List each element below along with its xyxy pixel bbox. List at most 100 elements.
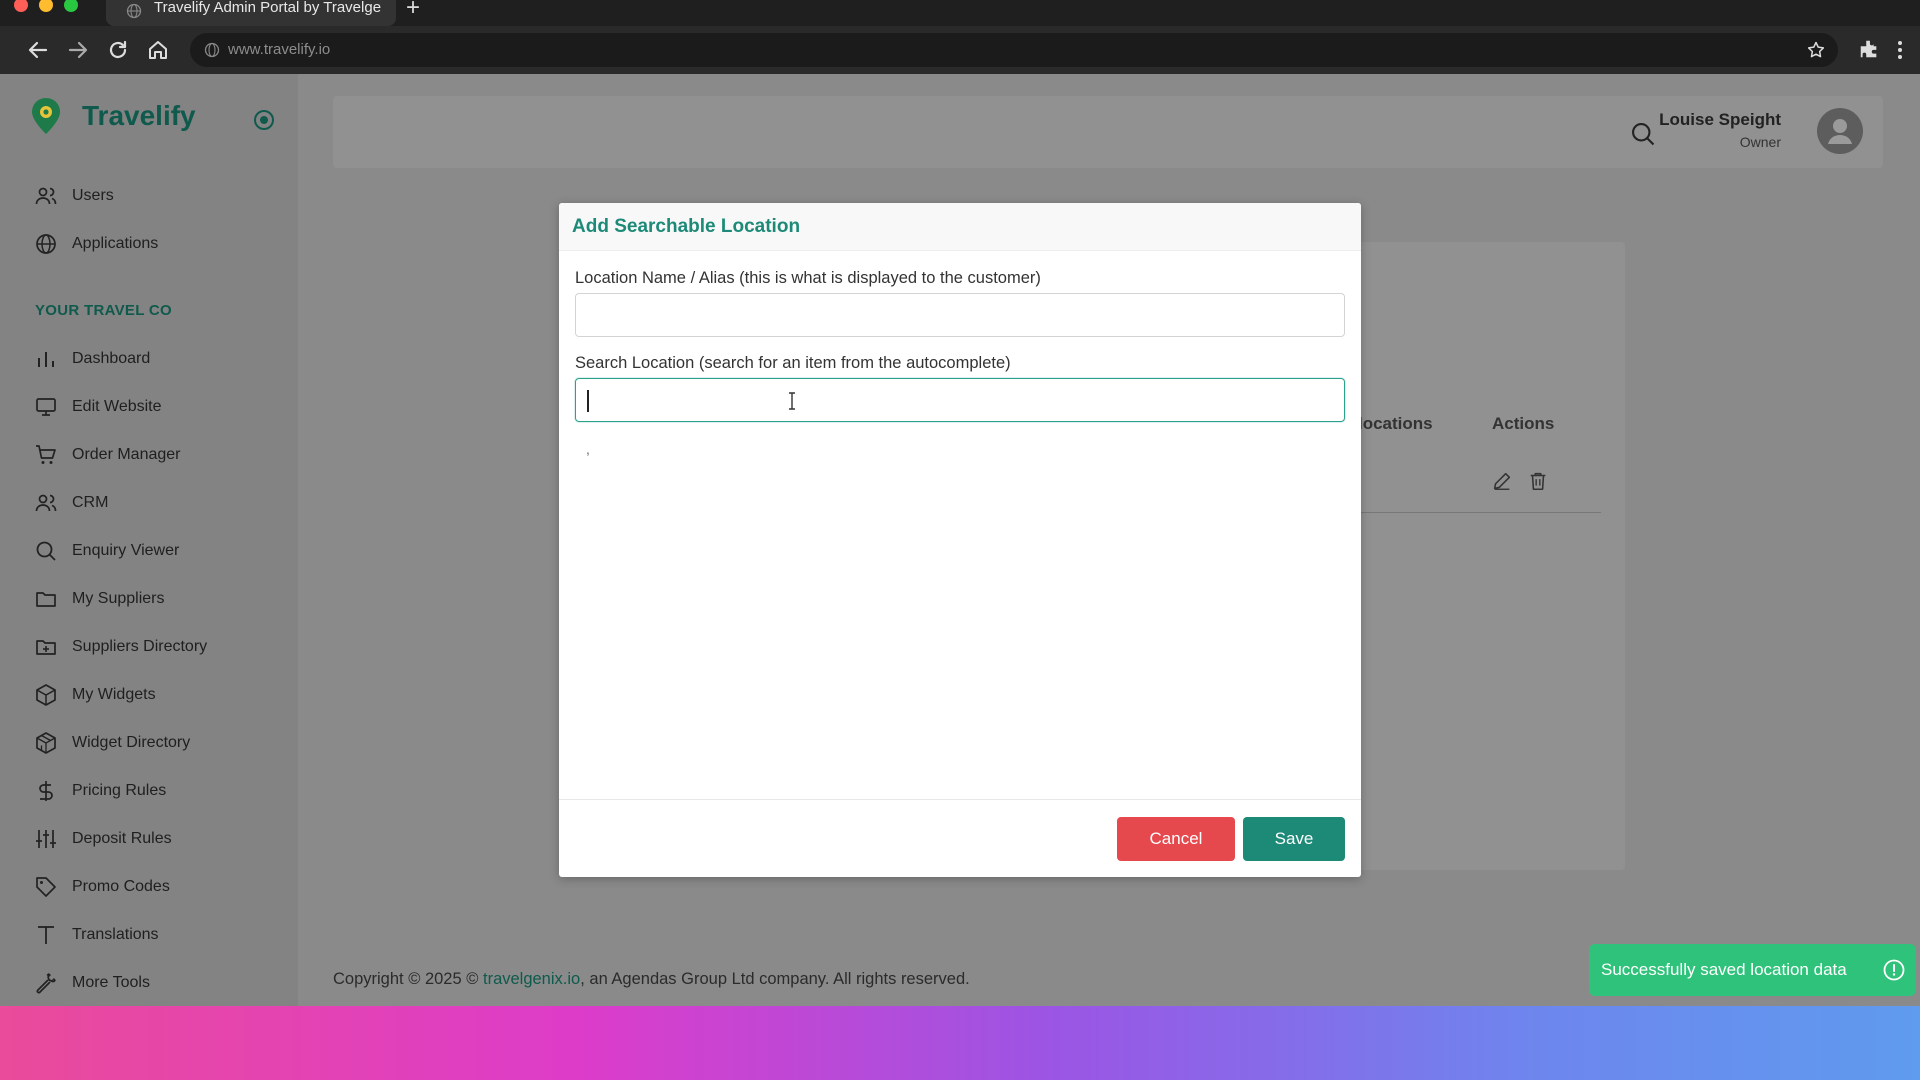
bar-chart-icon <box>38 352 54 367</box>
sidebar-item-label: Translations <box>72 926 159 943</box>
browser-tab[interactable]: Travelify Admin Portal by Travelge <box>106 0 396 26</box>
sidebar-item-label: Edit Website <box>72 398 162 415</box>
footer-link[interactable]: travelgenix.io <box>483 970 580 988</box>
table-row-divider <box>1358 512 1601 513</box>
column-header-actions: Actions <box>1492 414 1555 433</box>
text-caret <box>587 390 589 412</box>
browser-toolbar: www.travelify.io <box>0 26 1920 74</box>
sidebar-item-label: Widget Directory <box>72 734 191 751</box>
tab-title: Travelify Admin Portal by Travelge <box>154 0 382 16</box>
success-toast[interactable]: Successfully saved location data <box>1589 944 1916 996</box>
site-info-icon[interactable] <box>204 42 220 58</box>
locations-card <box>1355 242 1625 870</box>
sidebar-item-label: Deposit Rules <box>72 830 172 847</box>
search-icon[interactable] <box>1629 120 1657 148</box>
globe-icon <box>36 234 56 254</box>
reload-icon[interactable] <box>106 38 130 62</box>
avatar[interactable] <box>1817 108 1863 154</box>
url-text: www.travelify.io <box>228 41 331 58</box>
info-circle-icon <box>1883 959 1905 981</box>
minimize-window-button[interactable] <box>39 0 53 12</box>
tag-icon <box>36 877 56 897</box>
column-header-locations: locations <box>1358 414 1433 433</box>
sidebar-item-deposit-rules[interactable]: Deposit Rules <box>34 824 284 854</box>
wrench-icon <box>36 973 56 994</box>
trash-icon[interactable] <box>1527 470 1549 492</box>
users-icon <box>35 494 57 512</box>
sidebar-item-label: Enquiry Viewer <box>72 542 180 559</box>
close-window-button[interactable] <box>14 0 28 12</box>
user-avatar-icon <box>1828 119 1852 144</box>
cancel-button[interactable]: Cancel <box>1117 817 1235 861</box>
sidebar-item-label: Users <box>72 187 114 204</box>
footer-copyright: Copyright © 2025 © <box>333 970 483 988</box>
ibeam-cursor-icon <box>789 392 795 410</box>
modal-footer-divider <box>559 799 1361 800</box>
footer: Copyright © 2025 © travelgenix.io, an Ag… <box>333 970 970 989</box>
sidebar-item-applications[interactable]: Applications <box>34 229 284 259</box>
location-name-label: Location Name / Alias (this is what is d… <box>575 269 1041 287</box>
user-name: Louise Speight <box>1659 110 1781 129</box>
search-icon <box>36 541 56 561</box>
bookmark-star-icon[interactable] <box>1806 40 1826 60</box>
forward-icon[interactable] <box>66 38 90 62</box>
sidebar-item-order-manager[interactable]: Order Manager <box>34 440 284 470</box>
folder-icon <box>36 592 56 607</box>
decorative-gradient-band <box>0 1006 1920 1080</box>
sidebar-item-my-suppliers[interactable]: My Suppliers <box>34 584 284 614</box>
monitor-icon <box>36 398 56 416</box>
sidebar-item-crm[interactable]: CRM <box>34 488 284 518</box>
sidebar-item-label: More Tools <box>72 974 150 991</box>
cube-icon <box>36 684 56 706</box>
user-role: Owner <box>1739 134 1781 150</box>
collapse-sidebar-icon[interactable] <box>252 108 276 132</box>
maximize-window-button[interactable] <box>64 0 78 12</box>
globe-icon <box>126 3 142 19</box>
sidebar-item-label: Promo Codes <box>72 878 170 895</box>
sidebar-item-translations[interactable]: Translations <box>34 920 284 950</box>
top-header: Louise Speight Owner <box>333 96 1883 168</box>
sidebar-item-widget-directory[interactable]: Widget Directory <box>34 728 284 758</box>
brand-name: Travelify <box>82 100 196 131</box>
sidebar-item-label: My Suppliers <box>72 590 165 607</box>
autocomplete-result-text: , <box>586 441 590 457</box>
sidebar-item-label: CRM <box>72 494 109 511</box>
travelify-logo-icon <box>32 98 60 134</box>
new-tab-button[interactable]: + <box>406 0 420 20</box>
modal-header: Add Searchable Location <box>559 203 1361 251</box>
sidebar-item-promo-codes[interactable]: Promo Codes <box>34 872 284 902</box>
text-icon <box>38 926 54 944</box>
section-label-your-travel-co: YOUR TRAVEL CO <box>35 302 172 319</box>
sidebar-item-enquiry-viewer[interactable]: Enquiry Viewer <box>34 536 284 566</box>
home-icon[interactable] <box>146 38 170 62</box>
sidebar-item-my-widgets[interactable]: My Widgets <box>34 680 284 710</box>
browser-menu-icon[interactable] <box>1892 38 1908 62</box>
footer-suffix: , an Agendas Group Ltd company. All righ… <box>580 970 970 988</box>
sidebar-item-pricing-rules[interactable]: Pricing Rules <box>34 776 284 806</box>
save-button[interactable]: Save <box>1243 817 1345 861</box>
back-icon[interactable] <box>26 38 50 62</box>
sidebar-item-users[interactable]: Users <box>34 181 284 211</box>
sidebar: Travelify Users Applications YOUR TRAVEL… <box>0 74 298 1006</box>
sliders-icon <box>36 830 56 848</box>
sidebar-item-dashboard[interactable]: Dashboard <box>34 344 284 374</box>
address-bar[interactable]: www.travelify.io <box>190 33 1838 67</box>
sidebar-item-label: Pricing Rules <box>72 782 167 799</box>
edit-pencil-icon[interactable] <box>1491 470 1513 492</box>
sidebar-item-more-tools[interactable]: More Tools <box>34 968 284 998</box>
add-searchable-location-modal: Add Searchable Location Location Name / … <box>559 203 1361 877</box>
location-name-input[interactable] <box>575 293 1345 337</box>
sidebar-item-label: Suppliers Directory <box>72 638 208 655</box>
toast-message: Successfully saved location data <box>1601 960 1847 979</box>
extensions-icon[interactable] <box>1858 38 1880 60</box>
sidebar-item-edit-website[interactable]: Edit Website <box>34 392 284 422</box>
search-location-input[interactable] <box>575 378 1345 422</box>
sidebar-item-label: My Widgets <box>72 686 156 703</box>
browser-tab-bar: Travelify Admin Portal by Travelge + <box>0 0 1920 26</box>
search-location-label: Search Location (search for an item from… <box>575 354 1011 372</box>
sidebar-item-label: Applications <box>72 235 159 252</box>
sidebar-item-label: Dashboard <box>72 350 151 367</box>
sidebar-item-label: Order Manager <box>72 446 181 463</box>
sidebar-item-suppliers-directory[interactable]: Suppliers Directory <box>34 632 284 662</box>
cubes-icon <box>36 732 56 754</box>
